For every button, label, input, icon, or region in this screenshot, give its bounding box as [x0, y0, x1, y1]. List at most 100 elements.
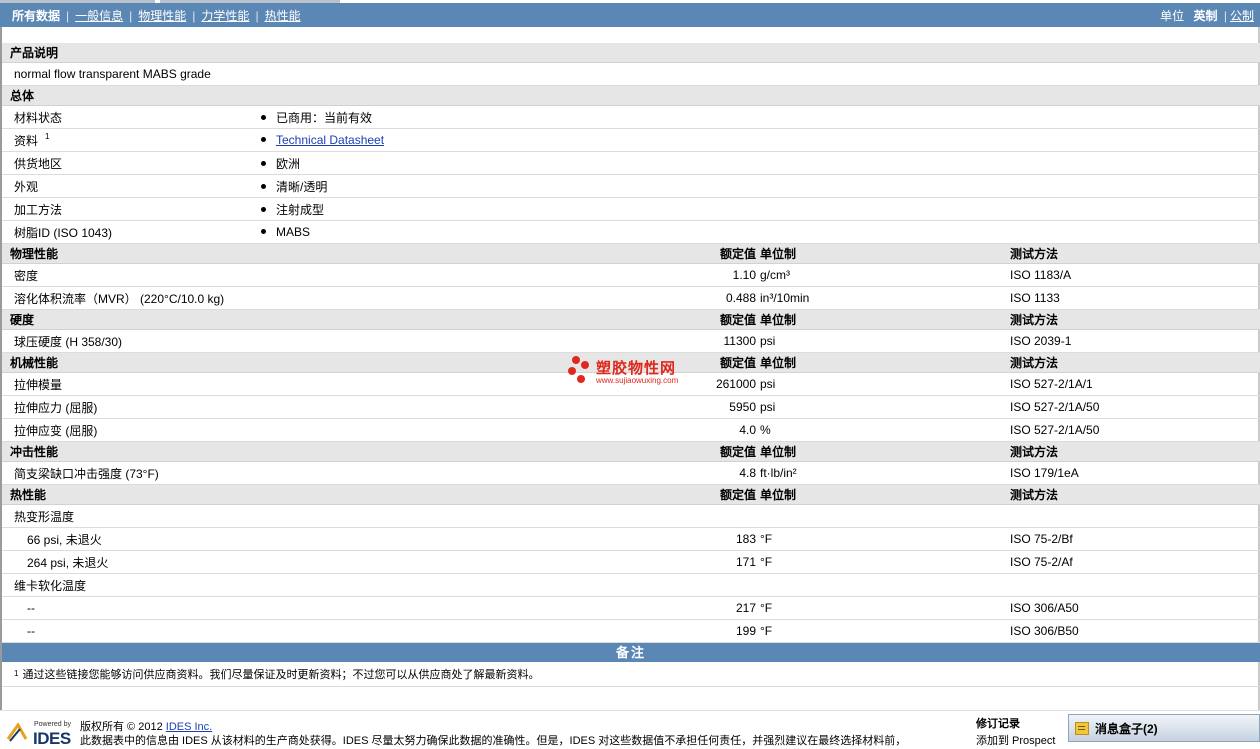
message-box-label: 消息盒子(2)	[1095, 721, 1158, 736]
header-nominal: 额定值	[719, 356, 756, 370]
bullet-icon	[261, 183, 266, 189]
message-box-button[interactable]: 消息盒子(2)	[1068, 714, 1260, 742]
header-unit: 单位制	[760, 313, 797, 327]
header-unit: 单位制	[760, 356, 797, 370]
property-method: ISO 306/A50	[1010, 601, 1079, 615]
property-value: 11300	[723, 334, 756, 348]
ides-wordmark: IDES	[33, 729, 71, 748]
property-unit: °F	[760, 601, 773, 615]
row-value: MABS	[276, 225, 311, 239]
property-unit: psi	[760, 377, 776, 391]
property-unit: g/cm³	[760, 268, 790, 282]
tab-thermal[interactable]: 热性能	[265, 9, 301, 23]
message-icon	[1075, 721, 1089, 735]
bullet-icon	[261, 114, 266, 120]
notes-header: 备注	[2, 643, 1260, 662]
section-general: 总体	[2, 86, 1260, 106]
header-method: 测试方法	[1010, 313, 1059, 327]
property-label: 溶化体积流率（MVR） (220°C/10.0 kg)	[14, 291, 225, 306]
header-method: 测试方法	[1010, 356, 1059, 370]
property-row: 简支梁缺口冲击强度 (73°F) 4.8 ft·lb/in² ISO 179/1eA	[2, 462, 1260, 485]
property-value: 0.488	[725, 291, 756, 305]
row-value-wrap: 注射成型	[261, 201, 324, 218]
property-label: --	[27, 624, 35, 638]
general-row: 外观 清晰/透明	[2, 175, 1260, 198]
product-description-row: normal flow transparent MABS grade	[2, 63, 1260, 86]
property-value: 217	[735, 601, 756, 615]
header-nominal: 额定值	[719, 445, 756, 459]
section-title: 物理性能	[10, 247, 59, 261]
tab-mechanical[interactable]: 力学性能	[201, 9, 249, 23]
revision-title: 修订记录	[976, 718, 1020, 730]
tab-general-info[interactable]: 一般信息	[75, 9, 123, 23]
units-imperial[interactable]: 英制	[1194, 9, 1218, 23]
section-title: 冲击性能	[10, 445, 59, 459]
property-label: 维卡软化温度	[14, 578, 87, 593]
header-nominal: 额定值	[719, 247, 756, 261]
general-row: 资料 1 Technical Datasheet	[2, 129, 1260, 152]
property-row: 264 psi, 未退火 171 °F ISO 75-2/Af	[2, 551, 1260, 574]
row-label: 加工方法	[14, 202, 63, 217]
property-unit: °F	[760, 555, 773, 569]
property-value: 261000	[715, 377, 756, 391]
tab-all-data[interactable]: 所有数据	[12, 9, 60, 23]
property-value: 4.0	[739, 423, 756, 437]
property-label: 简支梁缺口冲击强度 (73°F)	[14, 466, 159, 481]
property-row: 热变形温度	[2, 505, 1260, 528]
section-title: 总体	[10, 89, 35, 103]
property-row: 维卡软化温度	[2, 574, 1260, 597]
browser-tab-edge	[0, 0, 155, 3]
section-title: 产品说明	[10, 46, 59, 60]
property-value: 4.8	[739, 466, 756, 480]
property-method: ISO 527-2/1A/50	[1010, 400, 1100, 414]
property-value: 5950	[729, 400, 756, 414]
property-row: -- 199 °F ISO 306/B50	[2, 620, 1260, 643]
property-row: 拉伸应变 (屈服) 4.0% ISO 527-2/1A/50	[2, 419, 1260, 442]
row-value: 清晰/透明	[276, 179, 328, 194]
property-row: 66 psi, 未退火 183 °F ISO 75-2/Bf	[2, 528, 1260, 551]
row-value-wrap: 清晰/透明	[261, 178, 327, 195]
general-row: 加工方法 注射成型	[2, 198, 1260, 221]
property-method: ISO 179/1eA	[1010, 466, 1079, 480]
tab-physical[interactable]: 物理性能	[138, 9, 186, 23]
header-method: 测试方法	[1010, 445, 1059, 459]
property-row: 溶化体积流率（MVR） (220°C/10.0 kg) 0.488 in³/10mi…	[2, 287, 1260, 310]
row-label: 供货地区	[14, 156, 63, 171]
property-unit: psi	[760, 400, 776, 414]
row-value: 欧洲	[276, 156, 301, 171]
property-row: 拉伸应力 (屈服) 5950 psi ISO 527-2/1A/50	[2, 396, 1260, 419]
section-impact: 冲击性能 额定值 单位制 测试方法	[2, 442, 1260, 462]
property-value: 1.10	[732, 268, 756, 282]
property-label: 264 psi, 未退火	[27, 555, 109, 570]
bullet-icon	[261, 137, 266, 143]
property-method: ISO 527-2/1A/50	[1010, 423, 1100, 437]
property-method: ISO 2039-1	[1010, 334, 1072, 348]
row-value-wrap: MABS	[261, 225, 310, 239]
section-hardness: 硬度 额定值 单位制 测试方法	[2, 310, 1260, 330]
top-strip	[0, 0, 1260, 3]
property-label: 拉伸模量	[14, 377, 63, 392]
row-value-wrap: 欧洲	[261, 155, 300, 172]
disclaimer: 此数据表中的信息由 IDES 从该材料的生产商处获得。IDES 尽量太努力确保此…	[80, 735, 907, 747]
nav-tabs: 所有数据 | 一般信息 | 物理性能 | 力学性能 | 热性能	[12, 8, 301, 23]
product-description: normal flow transparent MABS grade	[14, 67, 211, 81]
section-physical: 物理性能 额定值 单位制 测试方法	[2, 244, 1260, 264]
row-label-sup: 1	[45, 132, 50, 141]
header-nominal: 额定值	[719, 313, 756, 327]
row-label: 资料	[14, 133, 39, 148]
property-label: 66 psi, 未退火	[27, 532, 102, 547]
property-label: 拉伸应力 (屈服)	[14, 400, 98, 415]
property-row: -- 217 °F ISO 306/A50	[2, 597, 1260, 620]
row-label: 材料状态	[14, 110, 63, 125]
property-row: 球压硬度 (H 358/30) 11300 psi ISO 2039-1	[2, 330, 1260, 353]
revision-text: 添加到 Prospect	[976, 735, 1056, 747]
unit-switcher: 单位 英制 | 公制	[1160, 8, 1254, 23]
section-title: 热性能	[10, 488, 47, 502]
header-unit: 单位制	[760, 488, 797, 502]
property-label: 密度	[14, 268, 39, 283]
units-metric[interactable]: 公制	[1230, 9, 1254, 23]
header-method: 测试方法	[1010, 488, 1059, 502]
datasheet-link[interactable]: Technical Datasheet	[276, 133, 384, 147]
property-value: 183	[735, 532, 756, 546]
watermark-dots-icon	[568, 356, 589, 383]
